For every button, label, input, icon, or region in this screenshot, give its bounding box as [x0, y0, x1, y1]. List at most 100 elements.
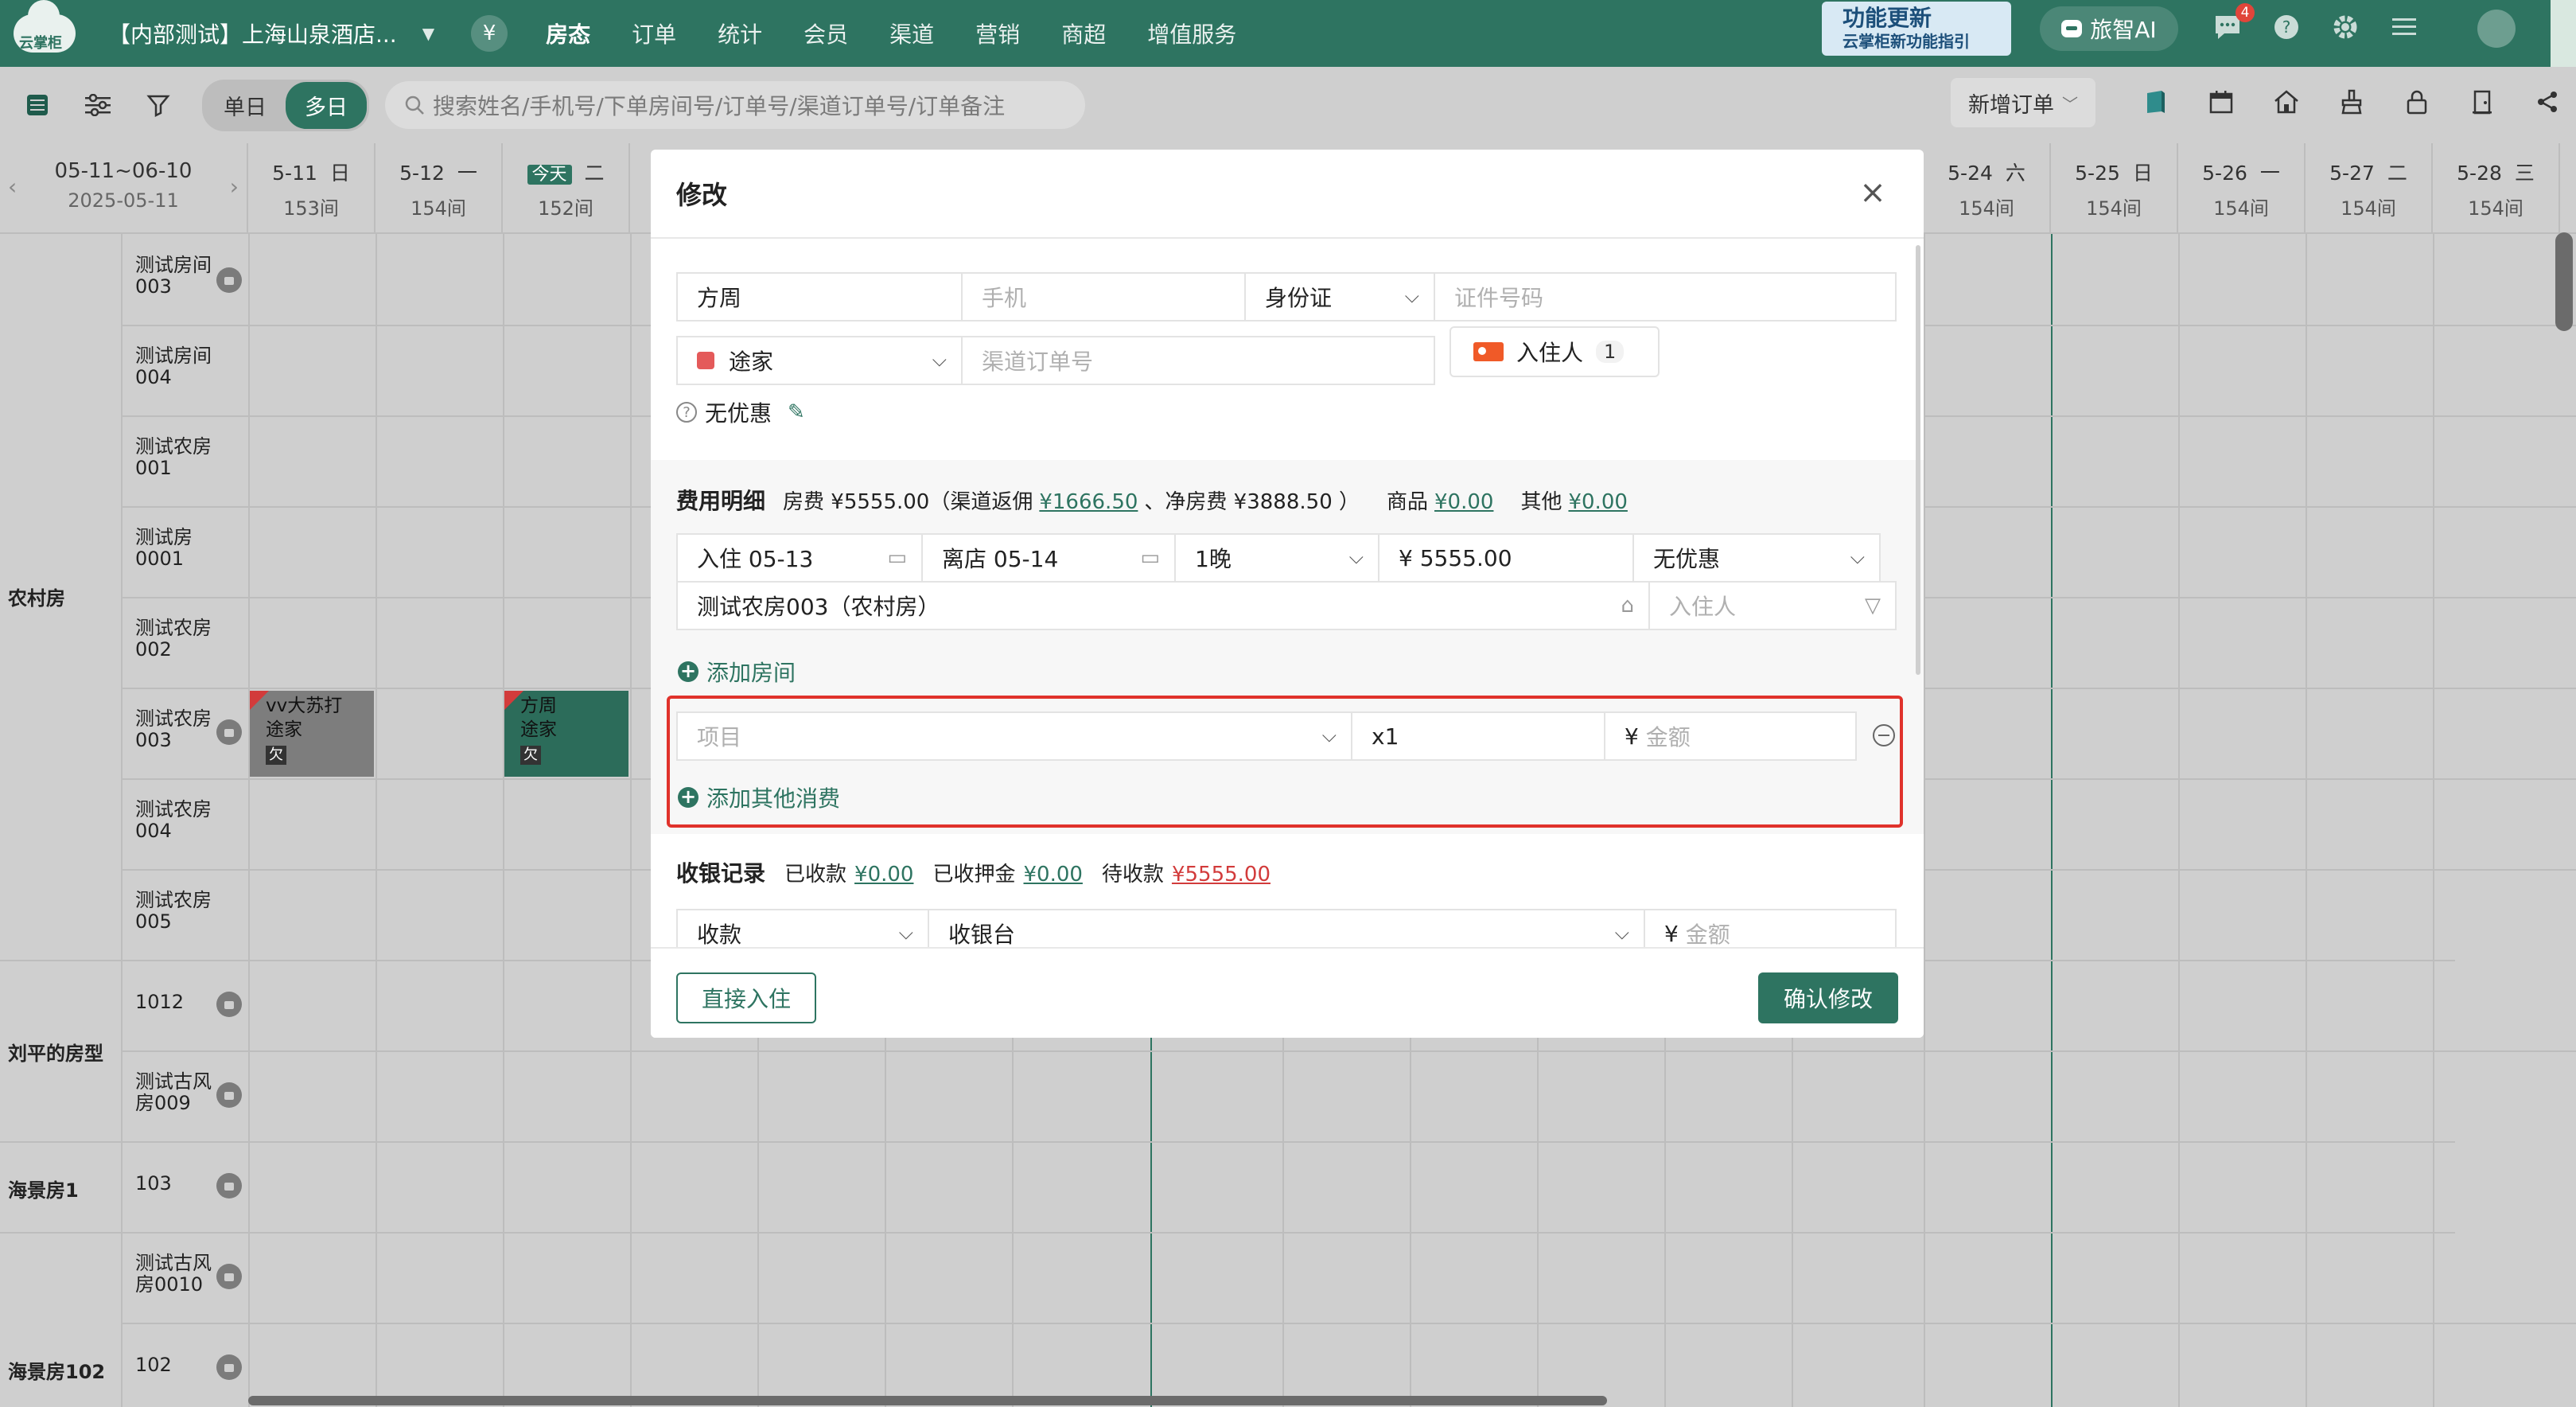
- deposit-amount-link[interactable]: ¥0.00: [1023, 863, 1082, 887]
- share-icon[interactable]: [2527, 80, 2568, 124]
- day-header-today[interactable]: 今天 二 152间: [503, 143, 630, 234]
- phone-input[interactable]: 手机: [963, 272, 1246, 322]
- settings-gear-icon[interactable]: [2329, 11, 2361, 43]
- feature-update-subtitle: 云掌柜新功能指引: [1843, 32, 1970, 51]
- prev-range-arrow-icon[interactable]: ‹: [8, 173, 17, 200]
- grid-line: [2433, 234, 2434, 1407]
- lock-icon[interactable]: [2396, 80, 2438, 124]
- app-logo[interactable]: 云掌柜: [5, 0, 84, 62]
- home-icon[interactable]: [2266, 80, 2307, 124]
- menu-icon[interactable]: [2388, 11, 2420, 43]
- commission-link[interactable]: ¥1666.50: [1039, 490, 1138, 514]
- direct-checkin-button[interactable]: 直接入住: [676, 972, 816, 1023]
- room-price-input[interactable]: ¥ 5555.00: [1379, 533, 1634, 583]
- search-input[interactable]: 搜索姓名/手机号/下单房间号/订单号/渠道订单号/订单备注: [385, 81, 1085, 129]
- room-name[interactable]: 测试房间003: [135, 255, 229, 298]
- close-icon[interactable]: ×: [1857, 177, 1889, 209]
- room-name[interactable]: 测试古风房0010: [135, 1253, 229, 1296]
- day-header[interactable]: 5-27 二 154间: [2306, 143, 2433, 234]
- id-type-select[interactable]: 身份证 ⌵: [1246, 272, 1435, 322]
- room-name[interactable]: 测试房间004: [135, 345, 229, 388]
- new-order-dropdown[interactable]: 新增订单 ﹀: [1951, 78, 2095, 127]
- nav-mall[interactable]: 商超: [1061, 18, 1106, 49]
- day-header[interactable]: 5-24 六 154间: [1924, 143, 2051, 234]
- lock-icon[interactable]: [216, 1173, 242, 1198]
- nav-stats[interactable]: 统计: [718, 18, 762, 49]
- lock-icon[interactable]: [216, 719, 242, 745]
- single-day-tab[interactable]: 单日: [204, 82, 286, 129]
- room-name[interactable]: 1012: [135, 992, 229, 1013]
- confirm-edit-button[interactable]: 确认修改: [1758, 972, 1898, 1023]
- day-header[interactable]: 5-28 三 154间: [2433, 143, 2560, 234]
- booking-block[interactable]: 方周 途家 欠: [504, 691, 628, 777]
- day-header[interactable]: 5-11 日 153间: [248, 143, 376, 234]
- pending-amount-link[interactable]: ¥5555.00: [1172, 863, 1270, 887]
- received-amount-link[interactable]: ¥0.00: [854, 863, 913, 887]
- lock-icon[interactable]: [216, 1082, 242, 1108]
- multi-day-tab[interactable]: 多日: [286, 81, 367, 129]
- payment-method-select[interactable]: 收银台 ⌵: [929, 909, 1645, 947]
- nav-channels[interactable]: 渠道: [889, 18, 934, 49]
- feature-update-banner[interactable]: 功能更新 云掌柜新功能指引: [1822, 2, 2011, 56]
- room-name[interactable]: 测试农房002: [135, 618, 229, 661]
- lock-icon[interactable]: [216, 1354, 242, 1380]
- hotel-selector[interactable]: 【内部测试】上海山泉酒店... ▼: [108, 18, 434, 49]
- book-icon[interactable]: [2135, 80, 2177, 124]
- payment-amount-input[interactable]: ¥ 金额: [1645, 909, 1897, 947]
- payment-type-select[interactable]: 收款 ⌵: [676, 909, 929, 947]
- horizontal-scrollbar[interactable]: [248, 1396, 1607, 1405]
- channel-order-input[interactable]: 渠道订单号: [963, 336, 1435, 385]
- calendar-icon[interactable]: [2200, 80, 2242, 124]
- user-avatar[interactable]: [2477, 10, 2516, 48]
- goods-amount-link[interactable]: ¥0.00: [1434, 490, 1493, 514]
- modal-scrollbar[interactable]: [1916, 245, 1920, 675]
- nav-room-status[interactable]: 房态: [546, 18, 590, 49]
- guests-button[interactable]: 入住人 1: [1449, 326, 1660, 377]
- room-name[interactable]: 测试农房001: [135, 436, 229, 479]
- room-name[interactable]: 102: [135, 1354, 229, 1376]
- day-header[interactable]: 5-25 日 154间: [2051, 143, 2178, 234]
- nav-value-added[interactable]: 增值服务: [1147, 18, 1236, 49]
- lock-icon[interactable]: [216, 267, 242, 293]
- room-guest-input[interactable]: 入住人 ▽: [1650, 581, 1897, 630]
- edit-pencil-icon[interactable]: ✎: [788, 400, 805, 424]
- checkout-date-input[interactable]: 离店 05-14 ▭: [923, 533, 1176, 583]
- yen-icon[interactable]: ¥: [471, 15, 508, 52]
- guest-name-input[interactable]: 方周: [676, 272, 963, 322]
- side-drawer-tab[interactable]: [2551, 0, 2576, 67]
- nav-members[interactable]: 会员: [804, 18, 848, 49]
- nights-select[interactable]: 1晚 ⌵: [1176, 533, 1379, 583]
- help-icon[interactable]: ?: [2271, 11, 2302, 43]
- vertical-scrollbar[interactable]: [2555, 232, 2573, 331]
- ai-assistant-button[interactable]: 旅智AI: [2040, 6, 2178, 51]
- next-range-arrow-icon[interactable]: ›: [230, 173, 239, 200]
- lock-icon[interactable]: [216, 1264, 242, 1289]
- question-mark-icon[interactable]: ?: [676, 402, 697, 423]
- message-icon[interactable]: 4: [2212, 3, 2255, 43]
- door-icon[interactable]: [2461, 80, 2503, 124]
- nav-marketing[interactable]: 营销: [975, 18, 1020, 49]
- id-number-input[interactable]: 证件号码: [1435, 272, 1897, 322]
- booking-block[interactable]: vv大苏打 途家 欠: [250, 691, 374, 777]
- broom-clean-icon[interactable]: [2331, 80, 2372, 124]
- channel-select[interactable]: 途家 ⌵: [676, 336, 963, 385]
- room-name[interactable]: 测试农房005: [135, 890, 229, 933]
- room-select[interactable]: 测试农房003（农村房） ⌂: [676, 581, 1650, 630]
- room-name[interactable]: 测试农房004: [135, 799, 229, 842]
- filter-settings-icon[interactable]: [75, 82, 121, 128]
- day-header[interactable]: 5-26 一 154间: [2178, 143, 2306, 234]
- checkin-date-input[interactable]: 入住 05-13 ▭: [676, 533, 923, 583]
- add-room-link[interactable]: + 添加房间: [678, 656, 796, 688]
- stay-discount-select[interactable]: 无优惠 ⌵: [1634, 533, 1881, 583]
- room-name[interactable]: 103: [135, 1173, 229, 1195]
- lock-icon[interactable]: [216, 992, 242, 1017]
- date-range-selector[interactable]: ‹ 05-11~06-10 2025-05-11 ›: [0, 143, 248, 234]
- room-name[interactable]: 测试房0001: [135, 527, 229, 570]
- room-view-icon[interactable]: [14, 82, 60, 128]
- other-amount-link[interactable]: ¥0.00: [1568, 490, 1627, 514]
- nav-orders[interactable]: 订单: [632, 18, 676, 49]
- room-name[interactable]: 测试农房003: [135, 708, 229, 751]
- day-header[interactable]: 5-12 一 154间: [376, 143, 503, 234]
- funnel-filter-icon[interactable]: [135, 82, 181, 128]
- room-name[interactable]: 测试古风房009: [135, 1071, 229, 1114]
